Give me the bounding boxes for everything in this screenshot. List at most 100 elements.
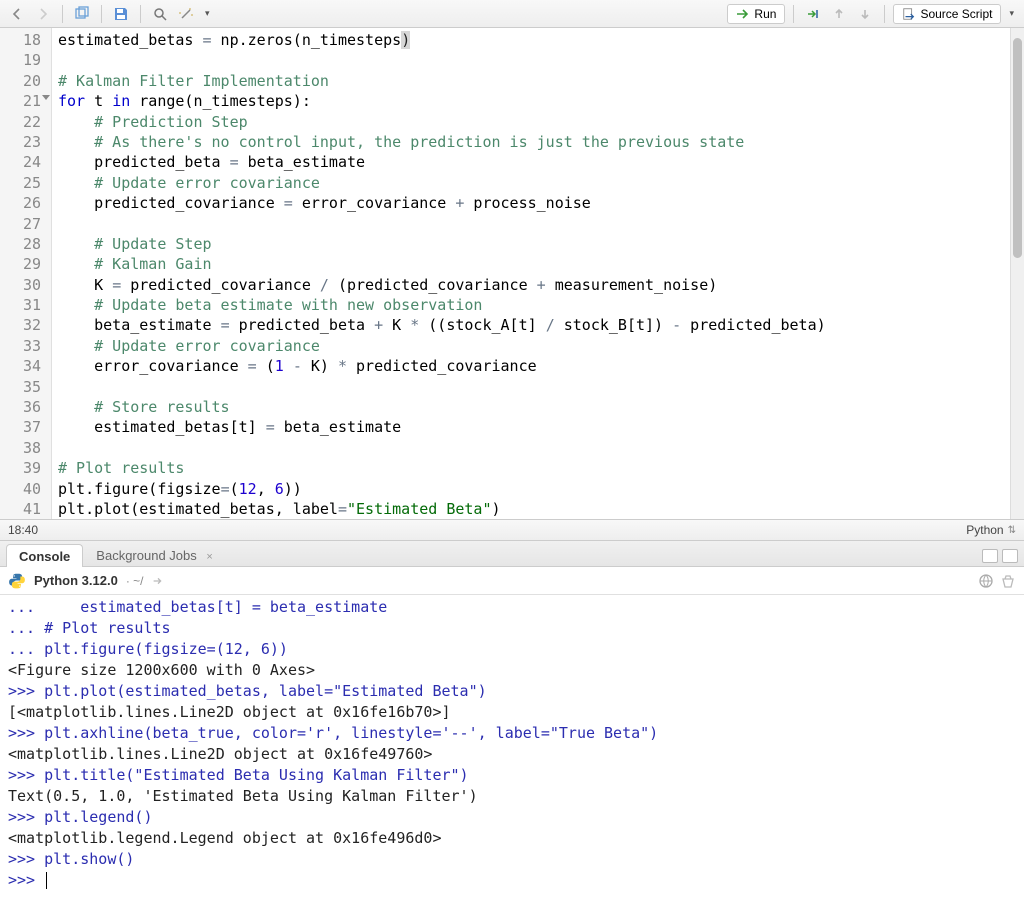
console-line: ... estimated_betas[t] = beta_estimate — [8, 597, 1016, 618]
code-line[interactable]: for t in range(n_timesteps): — [58, 91, 1010, 111]
find-button[interactable] — [149, 3, 171, 25]
line-number: 29 — [0, 254, 41, 274]
rerun-button[interactable] — [802, 3, 824, 25]
code-line[interactable]: plt.figure(figsize=(12, 6)) — [58, 479, 1010, 499]
code-line[interactable]: # Update beta estimate with new observat… — [58, 295, 1010, 315]
console-tab-strip: Console Background Jobs × — [0, 541, 1024, 567]
line-number: 21 — [0, 91, 41, 111]
wd-forward-icon[interactable] — [151, 574, 165, 588]
line-number: 24 — [0, 152, 41, 172]
code-line[interactable]: beta_estimate = predicted_beta + K * ((s… — [58, 315, 1010, 335]
console-directory: · ~/ — [126, 574, 144, 588]
console-line: >>> plt.title("Estimated Beta Using Kalm… — [8, 765, 1016, 786]
line-number: 30 — [0, 275, 41, 295]
line-number: 33 — [0, 336, 41, 356]
code-line[interactable]: # Plot results — [58, 458, 1010, 478]
console-line: >>> — [8, 870, 1016, 891]
code-line[interactable]: K = predicted_covariance / (predicted_co… — [58, 275, 1010, 295]
scrollbar-thumb[interactable] — [1013, 38, 1022, 258]
maximize-pane-button[interactable] — [1002, 549, 1018, 563]
source-icon — [902, 7, 916, 21]
line-number: 39 — [0, 458, 41, 478]
editor-status-bar: 18:40 Python ⇅ — [0, 519, 1024, 541]
console-line: >>> plt.show() — [8, 849, 1016, 870]
code-line[interactable]: # Kalman Gain — [58, 254, 1010, 274]
code-editor[interactable]: 1819202122232425262728293031323334353637… — [0, 28, 1024, 519]
forward-button[interactable] — [32, 3, 54, 25]
console-line: >>> plt.axhline(beta_true, color='r', li… — [8, 723, 1016, 744]
down-button[interactable] — [854, 3, 876, 25]
line-number: 25 — [0, 173, 41, 193]
run-button[interactable]: Run — [727, 4, 785, 24]
magic-wand-button[interactable] — [175, 3, 197, 25]
separator — [101, 5, 102, 23]
cursor-position: 18:40 — [8, 523, 38, 537]
console-line: <Figure size 1200x600 with 0 Axes> — [8, 660, 1016, 681]
line-number: 28 — [0, 234, 41, 254]
separator — [140, 5, 141, 23]
clear-console-icon[interactable] — [1000, 573, 1016, 589]
updown-icon: ⇅ — [1008, 525, 1016, 536]
console-line: Text(0.5, 1.0, 'Estimated Beta Using Kal… — [8, 786, 1016, 807]
source-script-button[interactable]: Source Script — [893, 4, 1001, 24]
tools-dropdown-icon[interactable]: ▾ — [201, 8, 214, 19]
back-button[interactable] — [6, 3, 28, 25]
global-options-icon[interactable] — [978, 573, 994, 589]
line-number: 22 — [0, 112, 41, 132]
tab-background-jobs[interactable]: Background Jobs × — [83, 543, 226, 566]
close-icon[interactable]: × — [206, 551, 212, 563]
line-number: 38 — [0, 438, 41, 458]
editor-toolbar: ▾ Run Source Script ▾ — [0, 0, 1024, 28]
source-dropdown-icon[interactable]: ▾ — [1005, 8, 1018, 19]
tab-bgjobs-label: Background Jobs — [96, 548, 196, 563]
console-line: ... # Plot results — [8, 618, 1016, 639]
console-line: [<matplotlib.lines.Line2D object at 0x16… — [8, 702, 1016, 723]
code-line[interactable]: estimated_betas[t] = beta_estimate — [58, 417, 1010, 437]
code-line[interactable]: # As there's no control input, the predi… — [58, 132, 1010, 152]
fold-marker-icon[interactable] — [42, 95, 50, 100]
language-selector[interactable]: Python ⇅ — [966, 523, 1016, 537]
code-line[interactable]: # Store results — [58, 397, 1010, 417]
line-number: 20 — [0, 71, 41, 91]
console-header: Python 3.12.0 · ~/ — [0, 567, 1024, 595]
line-number: 19 — [0, 50, 41, 70]
line-number: 18 — [0, 30, 41, 50]
code-line[interactable]: error_covariance = (1 - K) * predicted_c… — [58, 356, 1010, 376]
code-line[interactable]: estimated_betas = np.zeros(n_timesteps) — [58, 30, 1010, 50]
run-label: Run — [754, 7, 776, 21]
code-line[interactable]: # Update Step — [58, 234, 1010, 254]
source-label: Source Script — [920, 7, 992, 21]
tab-console[interactable]: Console — [6, 544, 83, 567]
console-line: <matplotlib.lines.Line2D object at 0x16f… — [8, 744, 1016, 765]
show-in-new-window-button[interactable] — [71, 3, 93, 25]
line-number: 35 — [0, 377, 41, 397]
save-button[interactable] — [110, 3, 132, 25]
code-content[interactable]: estimated_betas = np.zeros(n_timesteps) #… — [52, 28, 1010, 519]
minimize-pane-button[interactable] — [982, 549, 998, 563]
up-button[interactable] — [828, 3, 850, 25]
line-number: 32 — [0, 315, 41, 335]
run-arrow-icon — [736, 7, 750, 21]
line-number: 40 — [0, 479, 41, 499]
editor-scrollbar[interactable] — [1010, 28, 1024, 519]
tab-console-label: Console — [19, 549, 70, 564]
code-line[interactable] — [58, 214, 1010, 234]
line-number: 23 — [0, 132, 41, 152]
code-line[interactable]: # Update error covariance — [58, 173, 1010, 193]
code-line[interactable] — [58, 438, 1010, 458]
console-cursor — [46, 872, 47, 889]
code-line[interactable]: # Prediction Step — [58, 112, 1010, 132]
code-line[interactable]: predicted_covariance = error_covariance … — [58, 193, 1010, 213]
console-output[interactable]: ... estimated_betas[t] = beta_estimate..… — [0, 595, 1024, 905]
code-line[interactable] — [58, 377, 1010, 397]
code-line[interactable]: # Kalman Filter Implementation — [58, 71, 1010, 91]
code-line[interactable] — [58, 50, 1010, 70]
code-line[interactable]: predicted_beta = beta_estimate — [58, 152, 1010, 172]
code-line[interactable]: plt.plot(estimated_betas, label="Estimat… — [58, 499, 1010, 519]
separator — [884, 5, 885, 23]
line-number: 34 — [0, 356, 41, 376]
line-number: 26 — [0, 193, 41, 213]
line-number-gutter: 1819202122232425262728293031323334353637… — [0, 28, 52, 519]
code-line[interactable]: # Update error covariance — [58, 336, 1010, 356]
python-icon — [8, 572, 26, 590]
